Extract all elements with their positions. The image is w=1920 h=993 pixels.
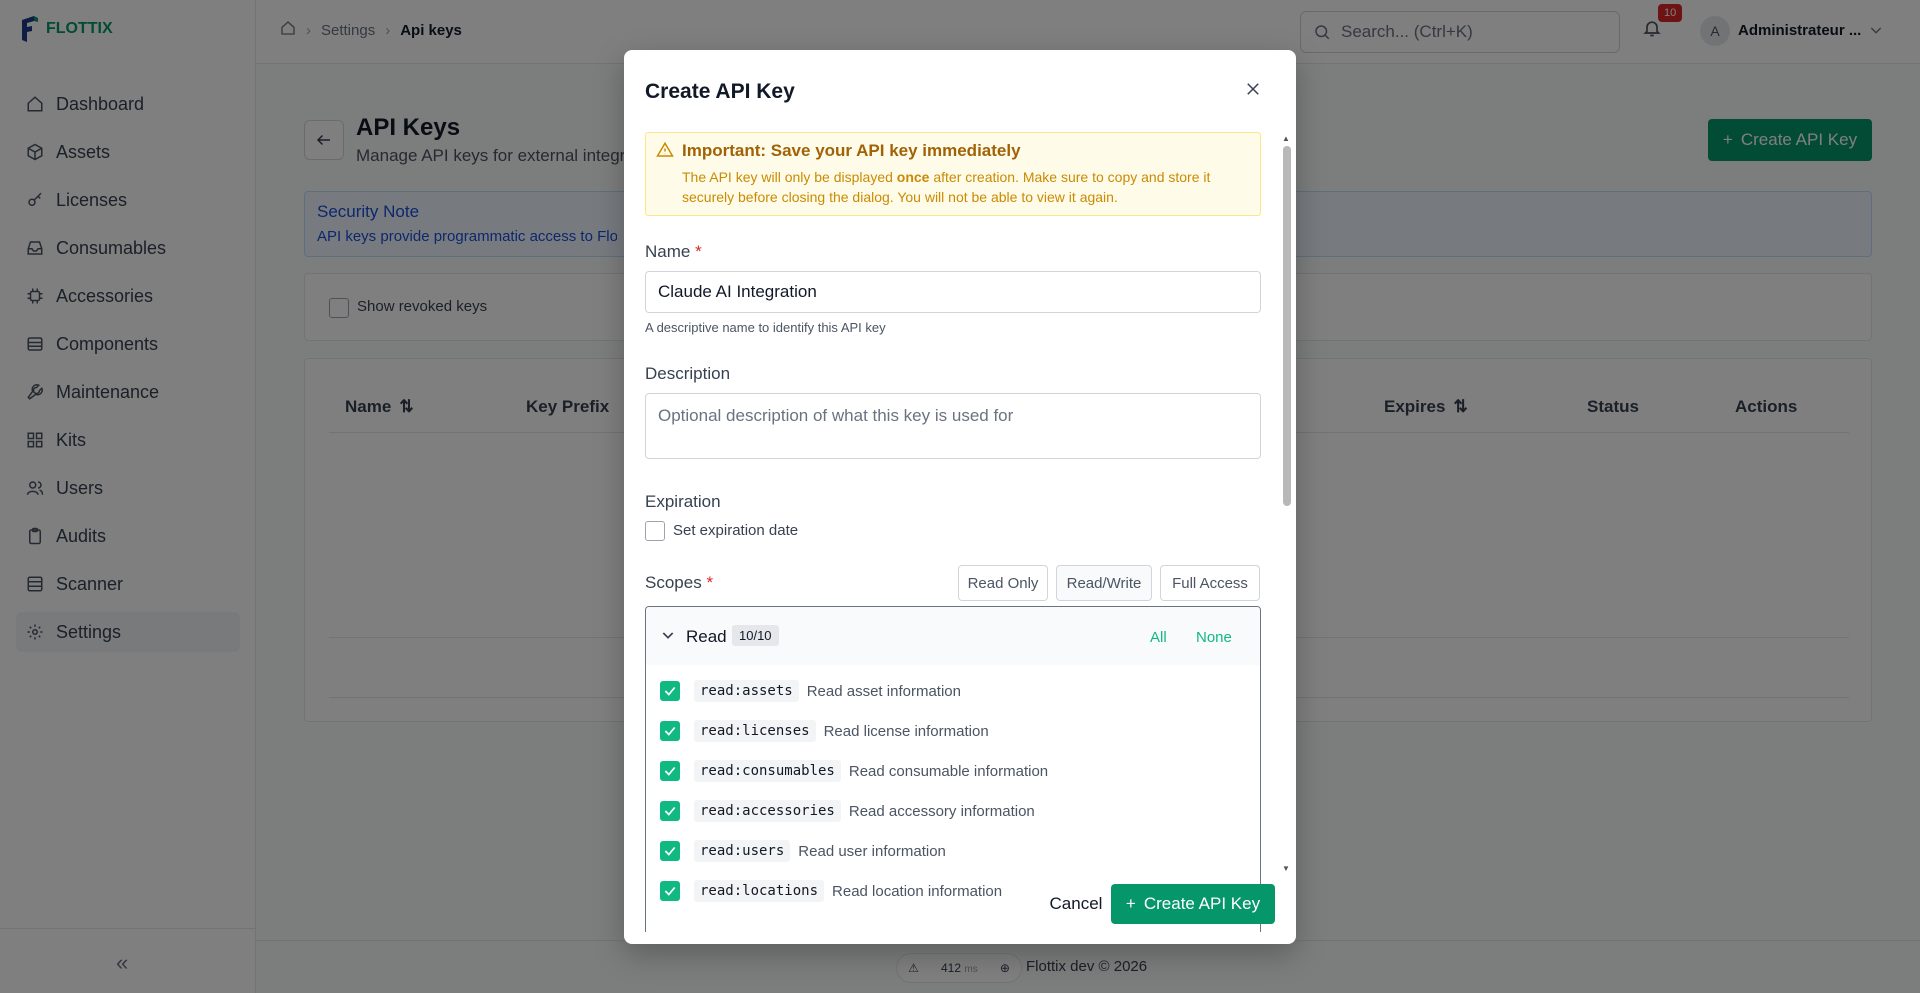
scope-checkbox[interactable]: [660, 801, 680, 821]
scope-checkbox[interactable]: [660, 721, 680, 741]
scope-group-count: 10/10: [732, 625, 779, 646]
scope-description: Read user information: [798, 842, 946, 860]
create-api-key-submit-label: Create API Key: [1143, 894, 1261, 913]
scope-code: read:licenses: [694, 720, 816, 742]
scope-code: read:locations: [694, 880, 825, 902]
scope-group-header[interactable]: Read 10/10 All None: [646, 607, 1260, 665]
warning-title: Important: Save your API key immediately: [682, 141, 1021, 160]
scope-code: read:assets: [694, 680, 799, 702]
scope-row[interactable]: read:licenses Read license information: [660, 711, 989, 751]
name-hint: A descriptive name to identify this API …: [645, 320, 886, 335]
name-label: Name *: [645, 242, 702, 261]
scope-checkbox[interactable]: [660, 761, 680, 781]
scope-checkbox[interactable]: [660, 681, 680, 701]
scope-row[interactable]: read:users Read user information: [660, 831, 946, 871]
scope-group-name: Read: [686, 627, 727, 646]
select-all-button[interactable]: All: [1150, 629, 1167, 646]
scope-row[interactable]: read:assets Read asset information: [660, 671, 961, 711]
description-textarea[interactable]: Optional description of what this key is…: [645, 393, 1261, 459]
scope-code: read:consumables: [694, 760, 841, 782]
close-icon[interactable]: [1244, 80, 1262, 103]
description-label: Description: [645, 364, 731, 383]
scope-code: read:accessories: [694, 800, 841, 822]
warning-text: The API key will only be displayed once …: [682, 169, 1211, 205]
full-access-button[interactable]: Full Access: [1160, 565, 1260, 601]
dialog-body: Important: Save your API key immediately…: [645, 132, 1261, 932]
expiration-checkbox-label: Set expiration date: [673, 522, 799, 539]
scope-checkbox[interactable]: [660, 881, 680, 901]
create-api-key-submit-button[interactable]: + Create API Key: [1111, 884, 1275, 924]
name-input[interactable]: Claude AI Integration: [645, 271, 1261, 313]
expiration-label: Expiration: [645, 492, 721, 511]
scope-code: read:users: [694, 840, 791, 862]
dialog-title: Create API Key: [645, 80, 795, 103]
scope-presets: Read Only Read/Write Full Access: [645, 565, 1261, 601]
scope-description: Read consumable information: [848, 762, 1049, 780]
plus-icon: +: [1125, 894, 1136, 913]
scrollbar-thumb[interactable]: [1283, 146, 1291, 506]
scope-description: Read asset information: [806, 682, 961, 700]
create-api-key-dialog: Create API Key Important: Save your API …: [624, 50, 1296, 944]
chevron-down-icon[interactable]: [660, 627, 676, 648]
read-write-button[interactable]: Read/Write: [1056, 565, 1152, 601]
scope-description: Read location information: [832, 882, 1003, 900]
scope-row[interactable]: read:accessories Read accessory informat…: [660, 791, 1035, 831]
scope-description: Read license information: [823, 722, 989, 740]
scope-description: Read accessory information: [848, 802, 1035, 820]
scope-checkbox[interactable]: [660, 841, 680, 861]
read-only-button[interactable]: Read Only: [958, 565, 1048, 601]
warning-alert: Important: Save your API key immediately…: [645, 132, 1261, 216]
scope-row[interactable]: read:locations Read location information: [660, 871, 1002, 911]
select-none-button[interactable]: None: [1196, 629, 1232, 646]
scope-row[interactable]: read:consumables Read consumable informa…: [660, 751, 1048, 791]
scroll-up-arrow[interactable]: ▲: [1282, 134, 1290, 143]
warning-icon: [656, 141, 674, 164]
scroll-down-arrow[interactable]: ▼: [1282, 864, 1290, 873]
expiration-checkbox[interactable]: [645, 521, 665, 541]
